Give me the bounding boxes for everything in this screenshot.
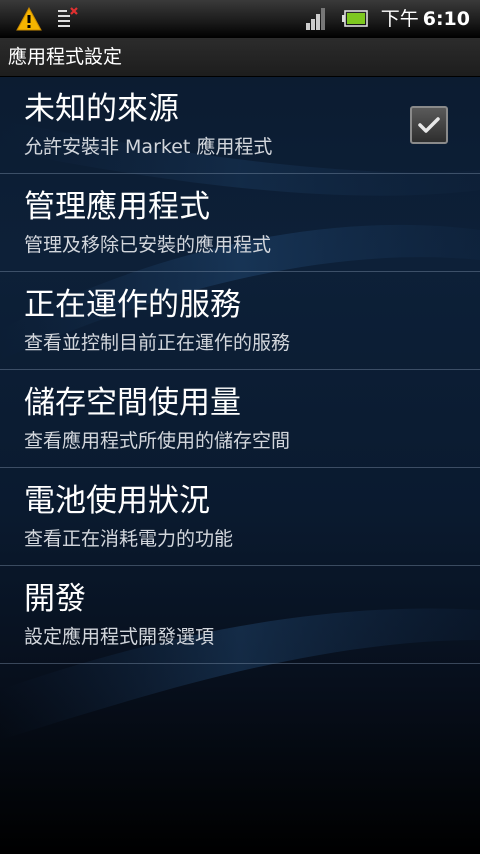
setting-unknown-sources[interactable]: 未知的來源 允許安裝非 Market 應用程式 (0, 76, 480, 174)
settings-list: 未知的來源 允許安裝非 Market 應用程式 管理應用程式 管理及移除已安裝的… (0, 76, 480, 664)
setting-summary: 設定應用程式開發選項 (24, 626, 215, 648)
battery-icon (342, 10, 368, 27)
setting-label: 正在運作的服務 (24, 287, 241, 323)
setting-summary: 查看應用程式所使用的儲存空間 (24, 430, 291, 452)
warning-icon (16, 7, 42, 31)
setting-battery-use[interactable]: 電池使用狀況 查看正在消耗電力的功能 (0, 468, 480, 566)
notification-icon (58, 7, 78, 27)
clock-ampm: 下午 (380, 8, 419, 30)
setting-storage-use[interactable]: 儲存空間使用量 查看應用程式所使用的儲存空間 (0, 370, 480, 468)
title-bar: 應用程式設定 (0, 38, 480, 77)
setting-manage-applications[interactable]: 管理應用程式 管理及移除已安裝的應用程式 (0, 174, 480, 272)
setting-running-services[interactable]: 正在運作的服務 查看並控制目前正在運作的服務 (0, 272, 480, 370)
setting-summary: 允許安裝非 Market 應用程式 (24, 136, 273, 158)
screen: 下午 6:10 應用程式設定 未知的來源 允許安裝非 Market 應用程式 管理… (0, 0, 480, 854)
setting-summary: 查看並控制目前正在運作的服務 (24, 332, 291, 354)
setting-development[interactable]: 開發 設定應用程式開發選項 (0, 566, 480, 664)
setting-summary: 查看正在消耗電力的功能 (24, 528, 234, 550)
setting-label: 儲存空間使用量 (24, 385, 241, 421)
setting-label: 開發 (24, 581, 86, 617)
setting-label: 未知的來源 (24, 91, 179, 127)
clock: 下午 6:10 (381, 6, 470, 32)
page-title: 應用程式設定 (8, 46, 123, 68)
setting-summary: 管理及移除已安裝的應用程式 (24, 234, 272, 256)
checkmark-icon (418, 117, 440, 133)
unknown-sources-checkbox[interactable] (410, 106, 448, 144)
status-bar: 下午 6:10 (0, 0, 480, 38)
setting-label: 電池使用狀況 (24, 483, 210, 519)
setting-label: 管理應用程式 (24, 189, 210, 225)
clock-time: 6:10 (422, 8, 470, 30)
signal-icon (306, 8, 325, 30)
